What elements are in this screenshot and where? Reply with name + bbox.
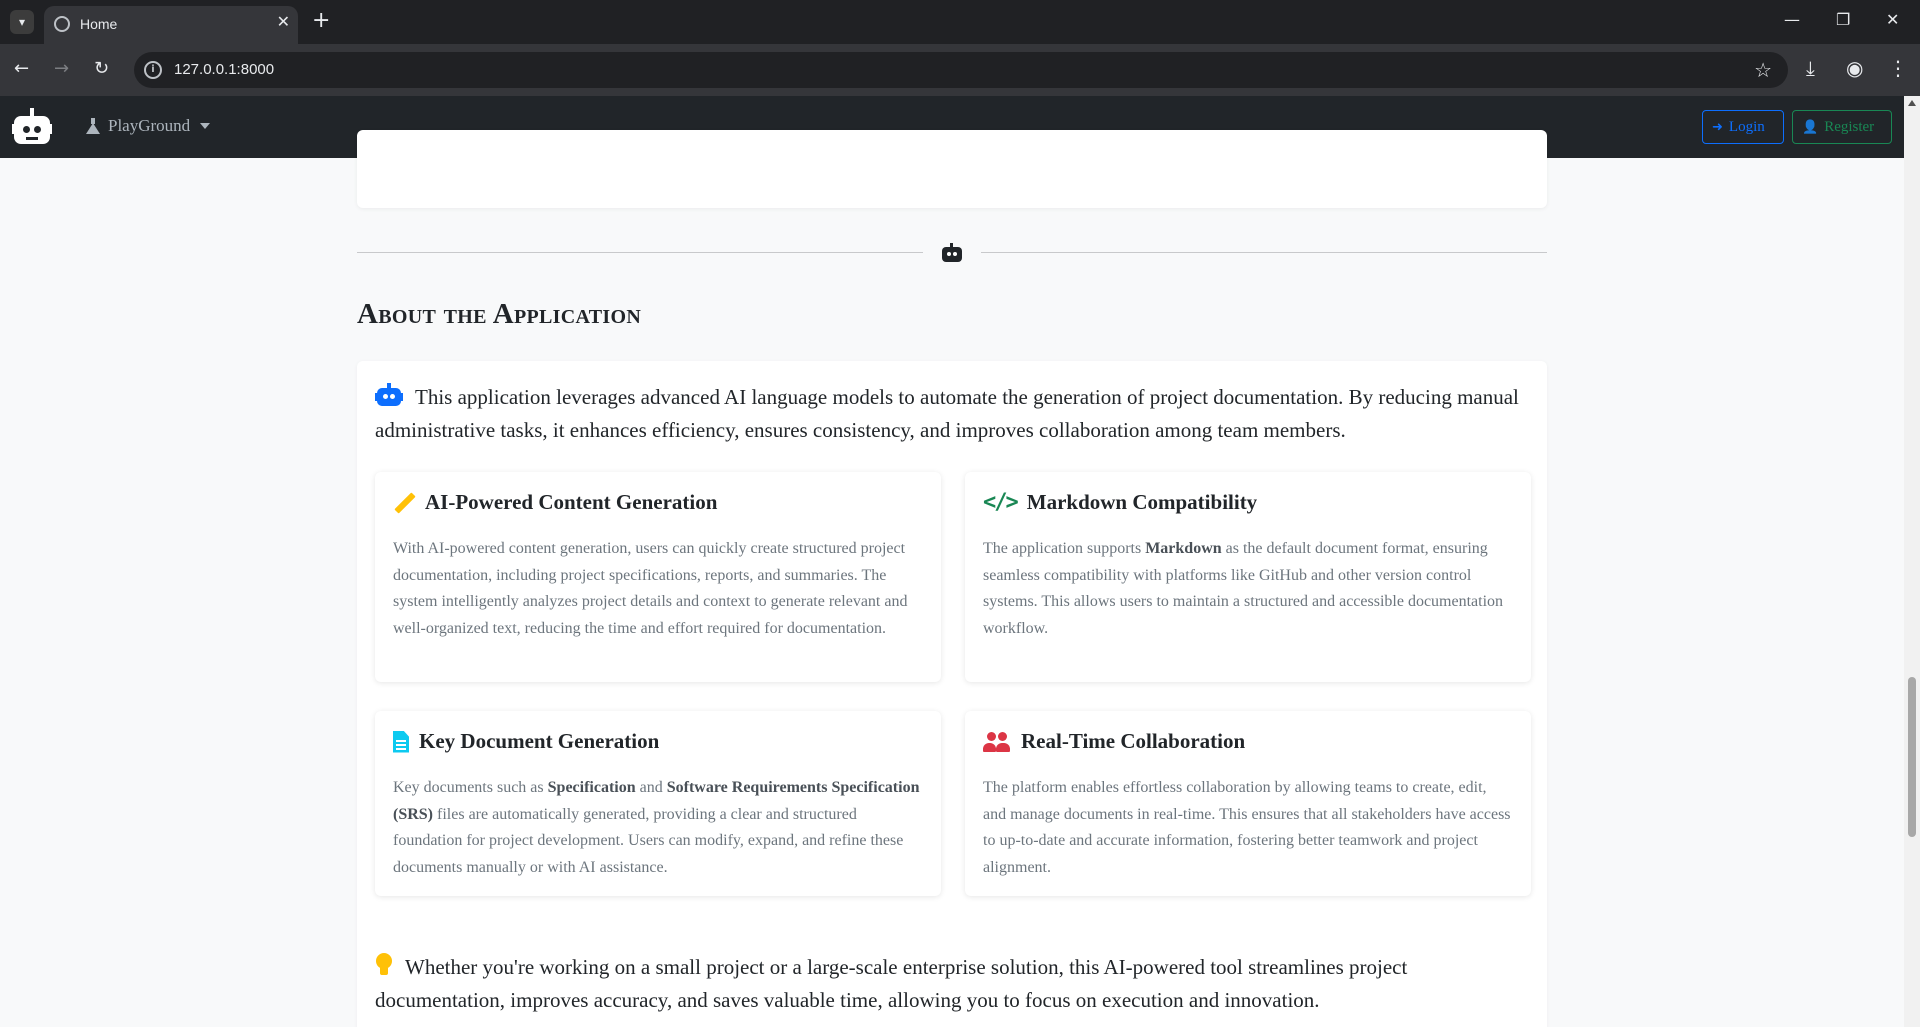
intro-paragraph: This application leverages advanced AI l… xyxy=(375,381,1535,447)
feature-title: Key Document Generation xyxy=(393,729,659,754)
bookmark-star-icon[interactable]: ☆ xyxy=(1754,58,1772,82)
forward-icon[interactable]: → xyxy=(54,58,69,79)
new-tab-icon[interactable]: + xyxy=(312,8,330,33)
url-text[interactable]: 127.0.0.1:8000 xyxy=(174,61,274,78)
download-icon[interactable]: ⤓ xyxy=(1806,56,1815,80)
users-icon xyxy=(983,731,1011,753)
about-card xyxy=(357,361,1547,1027)
login-button[interactable]: ➜ Login xyxy=(1702,110,1784,144)
scroll-up-arrow-icon[interactable] xyxy=(1908,100,1916,106)
outro-paragraph: Whether you're working on a small projec… xyxy=(375,951,1535,1017)
feature-card-key-documents: Key Document Generation Key documents su… xyxy=(375,711,941,896)
lightbulb-icon xyxy=(375,953,393,977)
feature-title: AI-Powered Content Generation xyxy=(393,490,717,515)
minimize-icon[interactable]: — xyxy=(1784,10,1800,29)
restore-icon[interactable]: ❐ xyxy=(1836,10,1850,29)
globe-icon xyxy=(54,16,70,32)
outro-text: Whether you're working on a small projec… xyxy=(375,955,1408,1012)
divider-right xyxy=(981,252,1547,253)
feature-text: With AI-powered content generation, user… xyxy=(393,540,908,637)
page-scrollbar[interactable] xyxy=(1904,96,1920,1027)
menu-kebab-icon[interactable]: ⋮ xyxy=(1888,56,1908,80)
flask-icon xyxy=(86,118,100,134)
code-icon: </> xyxy=(983,490,1019,515)
user-plus-icon: 👤 xyxy=(1802,119,1819,135)
browser-tab-home[interactable]: Home ✕ xyxy=(44,6,298,44)
scrollbar-thumb[interactable] xyxy=(1908,677,1916,837)
register-button[interactable]: 👤 Register xyxy=(1792,110,1892,144)
intro-text: This application leverages advanced AI l… xyxy=(375,385,1519,442)
feature-title: Real-Time Collaboration xyxy=(983,729,1245,754)
playground-label: PlayGround xyxy=(108,116,191,135)
tab-title: Home xyxy=(80,16,118,32)
section-title: About the Application xyxy=(357,298,642,330)
tab-search-chevron-icon[interactable]: ▾ xyxy=(10,10,34,34)
pencil-icon xyxy=(393,492,415,514)
robot-logo-icon[interactable] xyxy=(12,108,52,146)
sign-in-icon: ➜ xyxy=(1712,119,1723,135)
profile-icon[interactable]: ◉ xyxy=(1846,56,1863,80)
login-label: Login xyxy=(1728,118,1765,135)
reload-icon[interactable]: ↻ xyxy=(94,58,109,79)
feature-card-ai-content: AI-Powered Content Generation With AI-po… xyxy=(375,472,941,682)
register-label: Register xyxy=(1824,118,1875,135)
feature-title: </> Markdown Compatibility xyxy=(983,490,1258,515)
feature-text: Key documents such as Specification and … xyxy=(393,779,920,876)
feature-text: The platform enables effortless collabor… xyxy=(983,779,1511,876)
divider-left xyxy=(357,252,923,253)
browser-toolbar: ← → ↻ i 127.0.0.1:8000 ☆ ⤓ ◉ ⋮ xyxy=(0,44,1920,96)
close-window-icon[interactable]: ✕ xyxy=(1886,10,1899,29)
site-info-icon[interactable]: i xyxy=(144,61,162,79)
robot-icon xyxy=(375,383,403,407)
browser-tab-bar: ▾ Home ✕ + — ❐ ✕ xyxy=(0,0,1920,44)
close-tab-icon[interactable]: ✕ xyxy=(277,12,290,31)
document-icon xyxy=(393,730,409,753)
caret-down-icon xyxy=(200,123,211,129)
playground-dropdown[interactable]: PlayGround xyxy=(86,116,211,136)
feature-card-markdown: </> Markdown Compatibility The applicatio… xyxy=(965,472,1531,682)
address-bar[interactable]: i 127.0.0.1:8000 ☆ xyxy=(134,52,1788,88)
feature-text: The application supports Markdown as the… xyxy=(983,540,1504,637)
feature-card-collaboration: Real-Time Collaboration The platform ena… xyxy=(965,711,1531,896)
robot-divider-icon xyxy=(941,243,963,263)
previous-section-card xyxy=(357,130,1547,208)
back-icon[interactable]: ← xyxy=(14,58,29,79)
